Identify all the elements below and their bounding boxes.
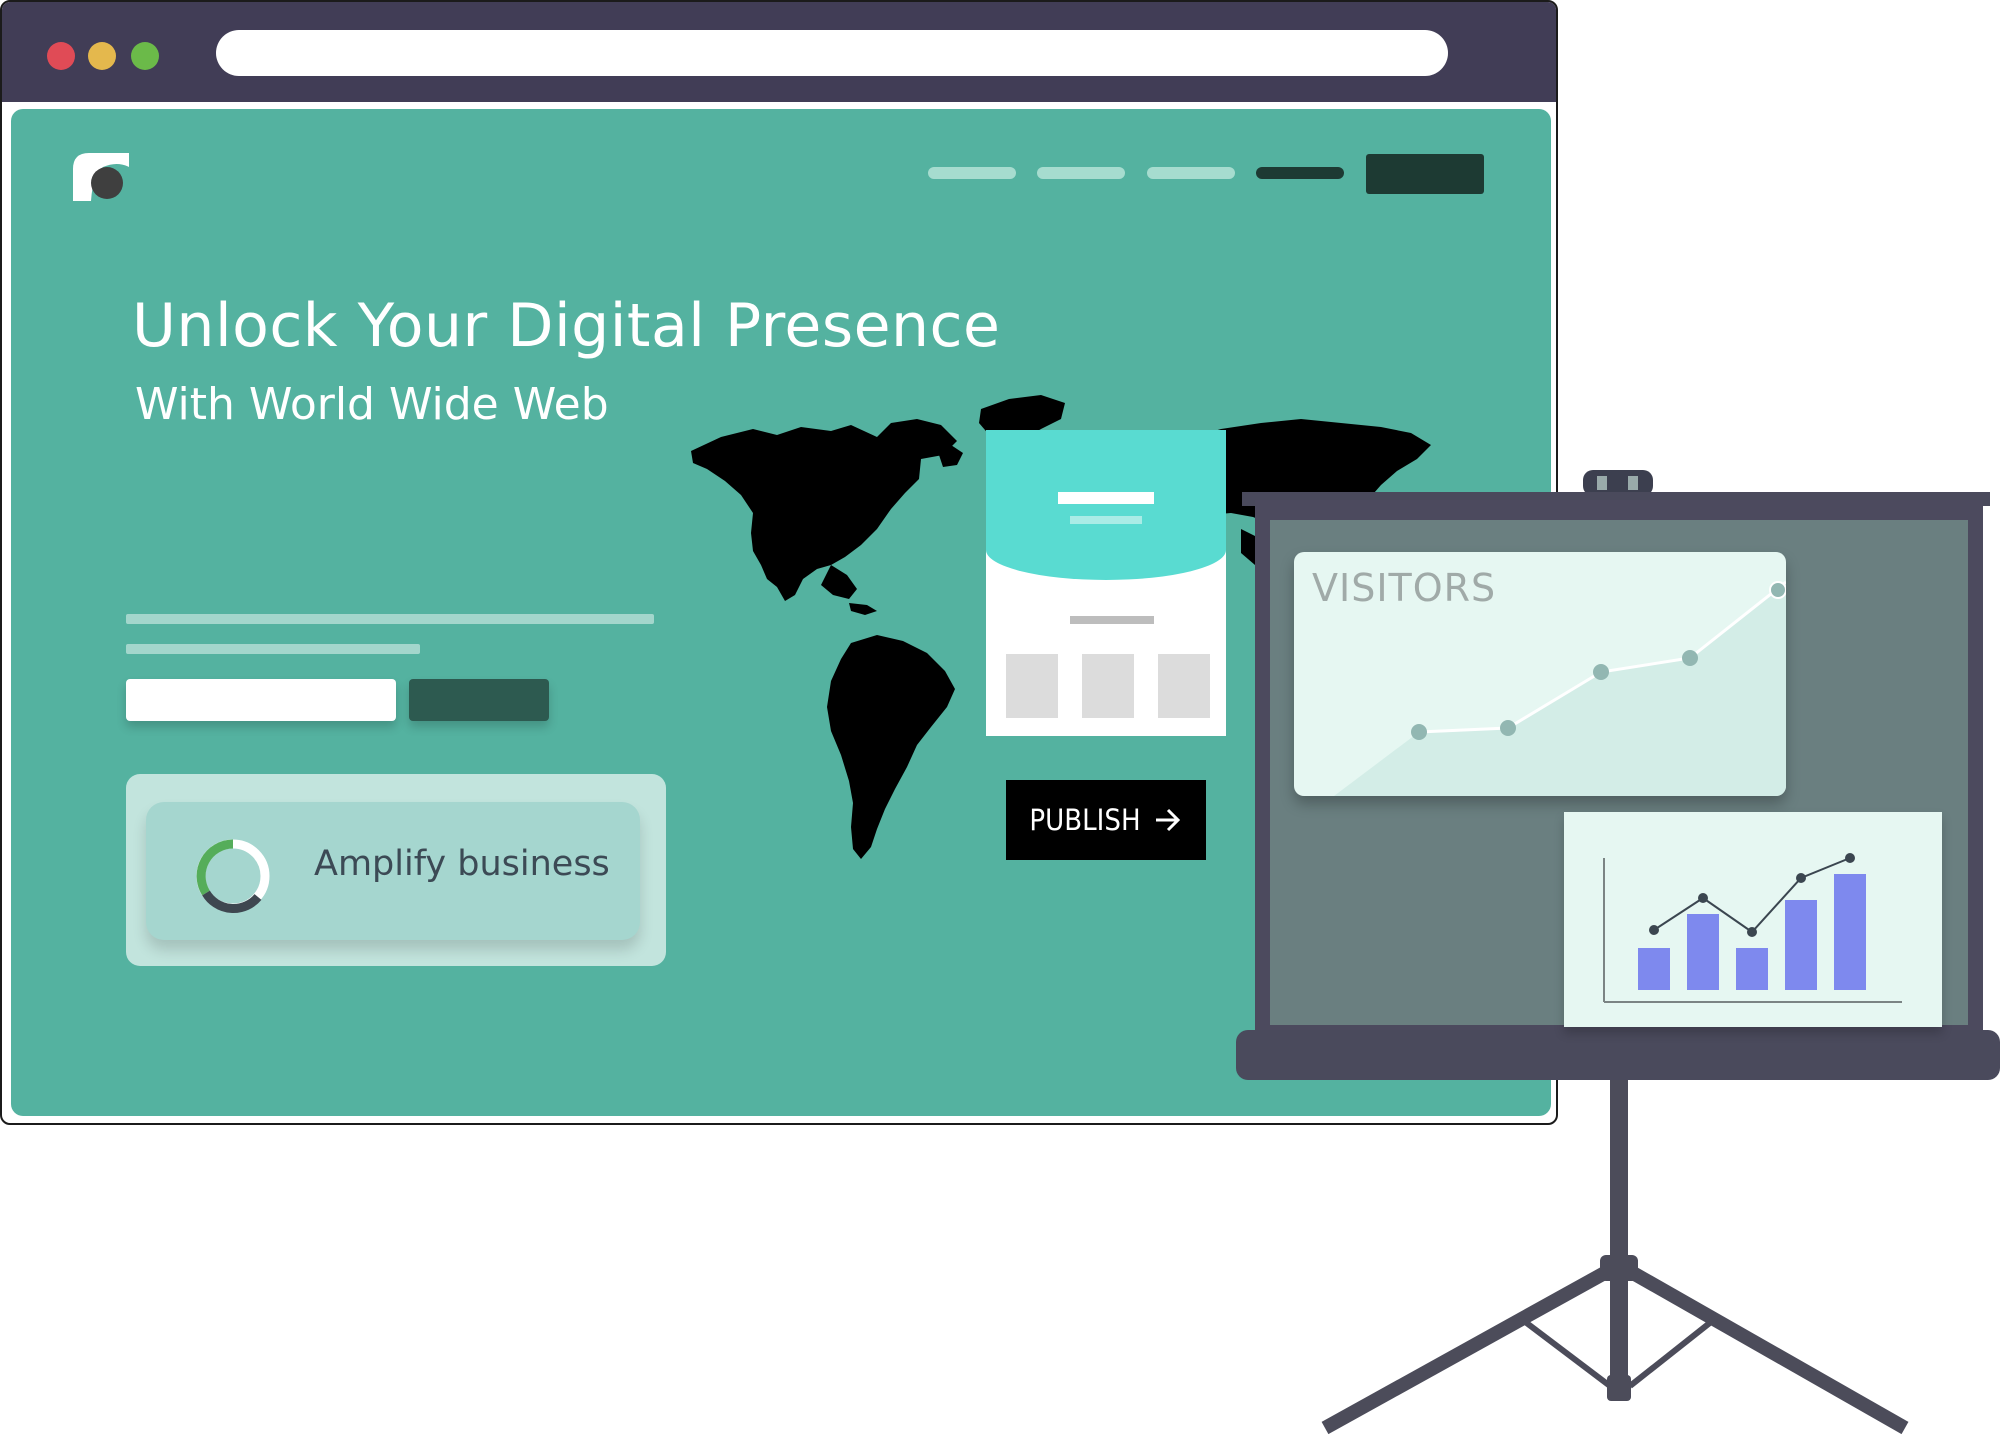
nav-cta-button[interactable] [1366, 154, 1484, 194]
arrow-right-icon [1155, 808, 1180, 832]
browser-titlebar [2, 2, 1556, 102]
maximize-window-button[interactable] [131, 42, 159, 70]
visitors-point-1 [1411, 724, 1427, 740]
bar-line-chart [1603, 853, 1902, 1003]
bar-4 [1785, 900, 1817, 990]
mini-tile-2 [1082, 654, 1134, 718]
mini-tile-3 [1158, 654, 1210, 718]
hero-title: Unlock Your Digital Presence [132, 291, 1001, 361]
mini-heading-line [1058, 492, 1154, 504]
nav-link-2[interactable] [1037, 167, 1125, 179]
nav-link-4[interactable] [1256, 167, 1344, 179]
close-window-button[interactable] [47, 42, 75, 70]
bar-2 [1687, 914, 1719, 990]
bar-5 [1834, 874, 1866, 990]
text-placeholder-line-2 [126, 644, 420, 654]
visitors-point-3 [1593, 664, 1609, 680]
donut-progress-icon [196, 839, 270, 913]
visitors-point-5 [1769, 581, 1786, 599]
mini-webpage-card [986, 430, 1226, 736]
bar-3 [1736, 948, 1768, 990]
visitors-point-2 [1500, 720, 1516, 736]
site-logo-icon [73, 153, 129, 201]
bar-chart-card [1564, 812, 1942, 1027]
nav-link-3[interactable] [1147, 167, 1235, 179]
text-placeholder-line-1 [126, 614, 654, 624]
mini-tile-1 [1006, 654, 1058, 718]
publish-button[interactable]: PUBLISH [1006, 780, 1206, 860]
email-input[interactable] [126, 679, 396, 721]
minimize-window-button[interactable] [88, 42, 116, 70]
hero-subtitle: With World Wide Web [135, 379, 609, 430]
feature-card-label: Amplify business [314, 844, 610, 884]
submit-button[interactable] [409, 679, 549, 721]
visitors-chart-card: VISITORS [1294, 552, 1786, 796]
bar-1 [1638, 948, 1670, 990]
mini-text-line [1070, 616, 1154, 624]
visitors-area-chart [1334, 580, 1786, 796]
visitors-point-4 [1682, 650, 1698, 666]
feature-card: Amplify business [126, 774, 666, 966]
publish-label: PUBLISH [1029, 803, 1141, 837]
nav-link-1[interactable] [928, 167, 1016, 179]
mini-webpage-header [986, 430, 1226, 580]
mini-subheading-line [1070, 516, 1142, 524]
feature-card-inner[interactable]: Amplify business [146, 802, 640, 940]
address-bar[interactable] [216, 30, 1448, 76]
